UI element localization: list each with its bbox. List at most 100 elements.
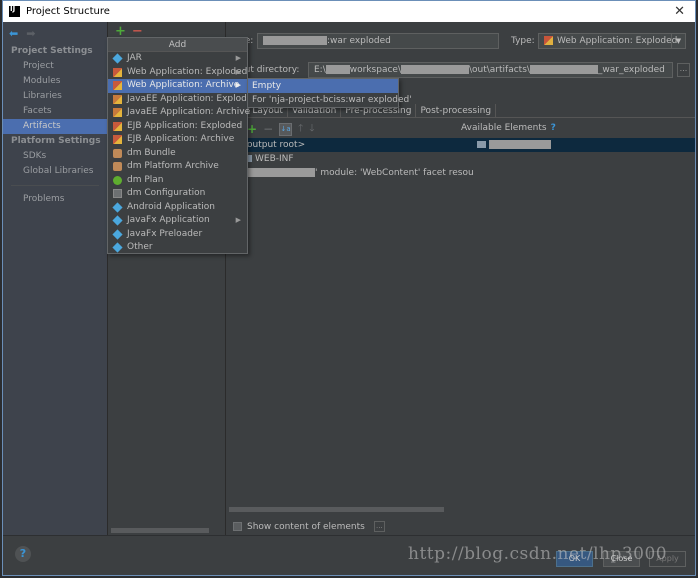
output-directory-field[interactable]: E:\ workspace\ \out\artifacts\ _war_explode… [308, 62, 673, 78]
output-directory-label: put directory: [239, 65, 300, 75]
sidebar-item-problems[interactable]: Problems [3, 192, 107, 207]
javafx-icon [112, 215, 123, 226]
tree-row[interactable]: ' module: 'WebContent' facet resou [227, 166, 695, 180]
web-inf-label: WEB-INF [255, 154, 294, 164]
menu-item-other[interactable]: Other [108, 241, 247, 255]
nav-group-platform-settings: Platform Settings [11, 136, 101, 146]
show-content-checkbox[interactable] [233, 522, 242, 531]
menu-item-javaee-archive[interactable]: JavaEE Application: Archive [108, 106, 251, 120]
menu-item-label: JavaEE Application: Archive [127, 107, 251, 117]
browse-output-button[interactable]: ... [677, 63, 690, 77]
sidebar-item-libraries[interactable]: Libraries [3, 89, 107, 104]
ok-button[interactable]: OK [556, 551, 593, 567]
menu-item-label: JavaFx Preloader [127, 228, 203, 239]
menu-item-label: JavaEE Application: Exploded [127, 93, 259, 104]
show-content-options-button[interactable]: ... [373, 521, 385, 532]
menu-item-web-app-exploded[interactable]: Web Application: Exploded ▶ [108, 66, 247, 80]
tree-row-label: WEB-INF [247, 152, 294, 166]
help-button[interactable]: ? [15, 546, 31, 562]
menu-item-label: Other [127, 242, 153, 252]
menu-item-label: JAR [127, 53, 142, 63]
add-element-button[interactable]: + [247, 122, 257, 136]
menu-item-web-app-archive[interactable]: Web Application: Archive ▶ [108, 79, 247, 93]
add-artifact-popup: Add JAR ▶ Web Application: Exploded ▶ Web … [107, 37, 258, 255]
sidebar-item-modules[interactable]: Modules [3, 74, 107, 89]
menu-item-ejb-exploded[interactable]: EJB Application: Exploded [108, 120, 247, 134]
submenu-arrow-icon: ▶ [235, 67, 241, 76]
move-down-icon[interactable]: 🡓 [309, 121, 314, 138]
sidebar-item-sdks[interactable]: SDKs [3, 149, 107, 164]
module-folder-icon [477, 141, 486, 148]
popup-title: Add [108, 38, 247, 52]
tree-row-label: output root> [247, 140, 306, 150]
title-bar: Project Structure ✕ [3, 1, 695, 22]
sort-alphabetically-icon[interactable]: ↓a z [279, 122, 293, 144]
tab-post-processing[interactable]: Post-processing [416, 104, 497, 117]
output-path-part: workspace\ [349, 65, 401, 75]
forward-arrow-icon[interactable]: ➡ [26, 27, 35, 40]
ear-icon [113, 108, 122, 117]
war-icon [113, 81, 122, 90]
menu-item-javaee-exploded[interactable]: JavaEE Application: Exploded [108, 93, 258, 107]
sidebar-item-facets[interactable]: Facets [3, 104, 107, 119]
move-up-icon[interactable]: 🡑 [298, 121, 303, 138]
menu-item-ejb-archive[interactable]: EJB Application: Archive [108, 133, 247, 147]
android-icon [112, 201, 123, 213]
remove-element-button[interactable]: − [263, 122, 273, 136]
artifact-type-dropdown[interactable]: Web Application: Exploded ▼ [538, 33, 686, 49]
menu-item-label: dm Bundle [127, 147, 176, 158]
menu-item-label: dm Plan [127, 174, 164, 185]
show-content-row: Show content of elements ... [233, 521, 385, 532]
output-layout-toolbar: + − ↓a z 🡑 🡓 [227, 121, 457, 144]
sidebar-item-project[interactable]: Project [3, 59, 107, 74]
window-title: Project Structure [26, 6, 110, 17]
sidebar-item-artifacts[interactable]: Artifacts [3, 119, 107, 134]
menu-item-dm-platform-archive[interactable]: dm Platform Archive [108, 160, 247, 174]
menu-item-dm-configuration[interactable]: dm Configuration [108, 187, 247, 201]
close-button[interactable]: Close [603, 551, 640, 567]
redacted-text [325, 65, 350, 74]
chevron-down-icon[interactable]: ▼ [671, 34, 685, 48]
artifacts-list-scrollbar[interactable] [111, 528, 209, 533]
sidebar-item-global-libraries[interactable]: Global Libraries [3, 164, 107, 179]
submenu-item-for-exploded[interactable]: For 'nja-project-bciss:war exploded' [248, 93, 412, 107]
other-icon [112, 242, 123, 253]
menu-item-dm-bundle[interactable]: dm Bundle [108, 147, 247, 161]
artifact-name-field[interactable]: :war exploded [257, 33, 499, 49]
menu-item-dm-plan[interactable]: dm Plan [108, 174, 247, 188]
menu-item-javafx-application[interactable]: JavaFx Application ▶ [108, 214, 247, 228]
type-label: Type: [511, 36, 535, 46]
web-app-archive-submenu: Empty For 'nja-project-bciss:war explode… [247, 78, 412, 108]
redacted-text [489, 140, 551, 149]
available-tree-item[interactable] [477, 138, 551, 152]
bundle-icon [113, 148, 122, 158]
ejb-icon [113, 121, 122, 131]
menu-item-android-application[interactable]: Android Application [108, 201, 247, 215]
menu-item-label: Web Application: Archive [127, 80, 240, 90]
config-icon [113, 189, 122, 198]
menu-item-jar[interactable]: JAR ▶ [108, 52, 247, 66]
bundle-icon [113, 162, 122, 171]
menu-item-javafx-preloader[interactable]: JavaFx Preloader [108, 228, 247, 242]
close-window-icon[interactable]: ✕ [674, 4, 685, 19]
tree-row[interactable]: output root> [227, 138, 695, 152]
redacted-text [263, 36, 327, 45]
available-elements-label: Available Elements [461, 123, 547, 133]
apply-button[interactable]: Apply [649, 551, 686, 567]
submenu-item-empty[interactable]: Empty [248, 79, 398, 93]
tree-row[interactable]: WEB-INF [227, 152, 695, 166]
output-path-part: \out\artifacts\ [468, 65, 530, 75]
menu-item-label: Web Application: Exploded [127, 66, 248, 77]
submenu-arrow-icon: ▶ [235, 54, 241, 62]
help-icon[interactable]: ? [551, 123, 556, 133]
redacted-text [529, 65, 598, 74]
menu-item-label: Android Application [127, 201, 215, 212]
submenu-arrow-icon: ▶ [235, 216, 241, 224]
submenu-arrow-icon: ▶ [235, 81, 241, 89]
layout-horizontal-scrollbar[interactable] [229, 507, 444, 512]
javafx-icon [112, 228, 123, 240]
back-arrow-icon[interactable]: ⬅ [9, 27, 18, 40]
web-app-exploded-icon [544, 36, 553, 45]
artifact-name-suffix: :war exploded [327, 36, 391, 46]
output-path-part: E:\ [314, 65, 326, 75]
